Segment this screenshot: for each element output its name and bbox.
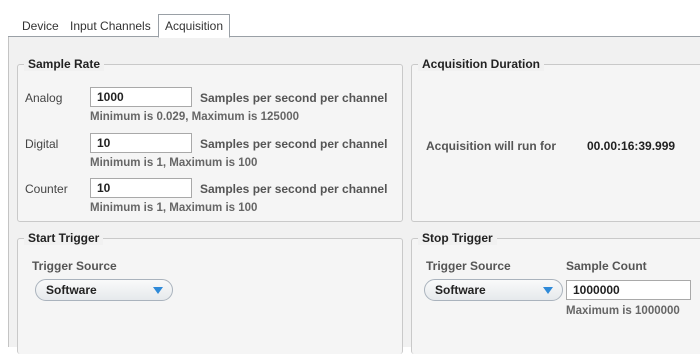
chevron-down-icon bbox=[153, 287, 163, 294]
duration-label: Acquisition will run for bbox=[426, 139, 556, 153]
sample-rate-title: Sample Rate bbox=[24, 57, 105, 71]
counter-rate-input[interactable]: 10 bbox=[90, 178, 192, 198]
start-trigger-source-value: Software bbox=[46, 283, 97, 297]
start-trigger-source-dropdown[interactable]: Software bbox=[35, 279, 173, 301]
sample-rate-group: Sample Rate Analog 1000 Samples per seco… bbox=[17, 57, 403, 222]
acquisition-duration-group: Acquisition Duration Acquisition will ru… bbox=[411, 57, 700, 222]
start-trigger-source-label: Trigger Source bbox=[32, 259, 117, 273]
stop-trigger-source-dropdown[interactable]: Software bbox=[424, 279, 563, 301]
tab-device[interactable]: Device bbox=[18, 18, 63, 35]
sample-count-label: Sample Count bbox=[566, 259, 647, 273]
counter-unit: Samples per second per channel bbox=[200, 182, 388, 196]
counter-hint: Minimum is 1, Maximum is 100 bbox=[90, 202, 258, 214]
acquisition-panel: Sample Rate Analog 1000 Samples per seco… bbox=[8, 37, 700, 354]
chevron-down-icon bbox=[543, 287, 553, 294]
start-trigger-group: Start Trigger Trigger Source Software bbox=[17, 231, 403, 354]
tab-acquisition[interactable]: Acquisition bbox=[158, 14, 231, 38]
digital-rate-input[interactable]: 10 bbox=[90, 133, 192, 153]
stop-trigger-title: Stop Trigger bbox=[418, 231, 497, 245]
analog-label: Analog bbox=[25, 91, 63, 105]
analog-rate-input[interactable]: 1000 bbox=[90, 87, 192, 107]
digital-unit: Samples per second per channel bbox=[200, 137, 388, 151]
counter-label: Counter bbox=[25, 182, 68, 196]
stop-trigger-source-value: Software bbox=[435, 283, 486, 297]
duration-value: 00.00:16:39.999 bbox=[587, 139, 676, 153]
stop-trigger-group: Stop Trigger Trigger Source Software Sam… bbox=[411, 231, 700, 354]
start-trigger-title: Start Trigger bbox=[24, 231, 104, 245]
tab-input-channels[interactable]: Input Channels bbox=[66, 18, 155, 35]
digital-label: Digital bbox=[25, 137, 59, 151]
acquisition-duration-title: Acquisition Duration bbox=[418, 57, 544, 71]
analog-hint: Minimum is 0.029, Maximum is 125000 bbox=[90, 111, 300, 123]
sample-count-hint: Maximum is 1000000 bbox=[566, 305, 680, 317]
sample-count-input[interactable]: 1000000 bbox=[566, 280, 691, 300]
digital-hint: Minimum is 1, Maximum is 100 bbox=[90, 157, 258, 169]
analog-unit: Samples per second per channel bbox=[200, 91, 388, 105]
stop-trigger-source-label: Trigger Source bbox=[426, 259, 511, 273]
